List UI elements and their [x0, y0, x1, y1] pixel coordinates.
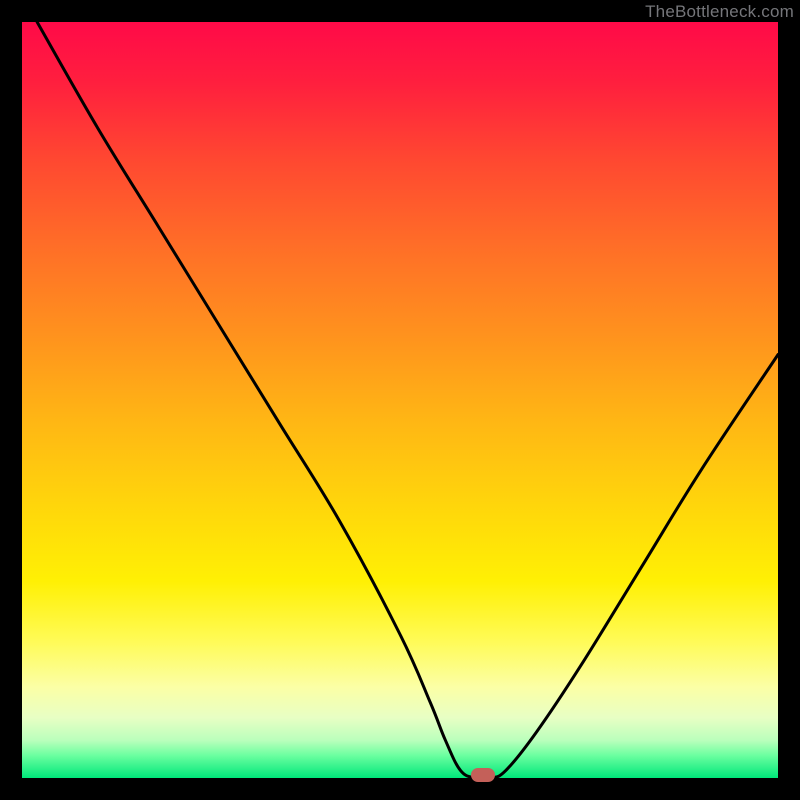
curve-svg	[22, 22, 778, 778]
bottleneck-curve	[37, 22, 778, 778]
chart-frame: TheBottleneck.com	[0, 0, 800, 800]
watermark-text: TheBottleneck.com	[645, 2, 794, 22]
plot-area	[22, 22, 778, 778]
optimal-point-marker	[471, 768, 495, 782]
